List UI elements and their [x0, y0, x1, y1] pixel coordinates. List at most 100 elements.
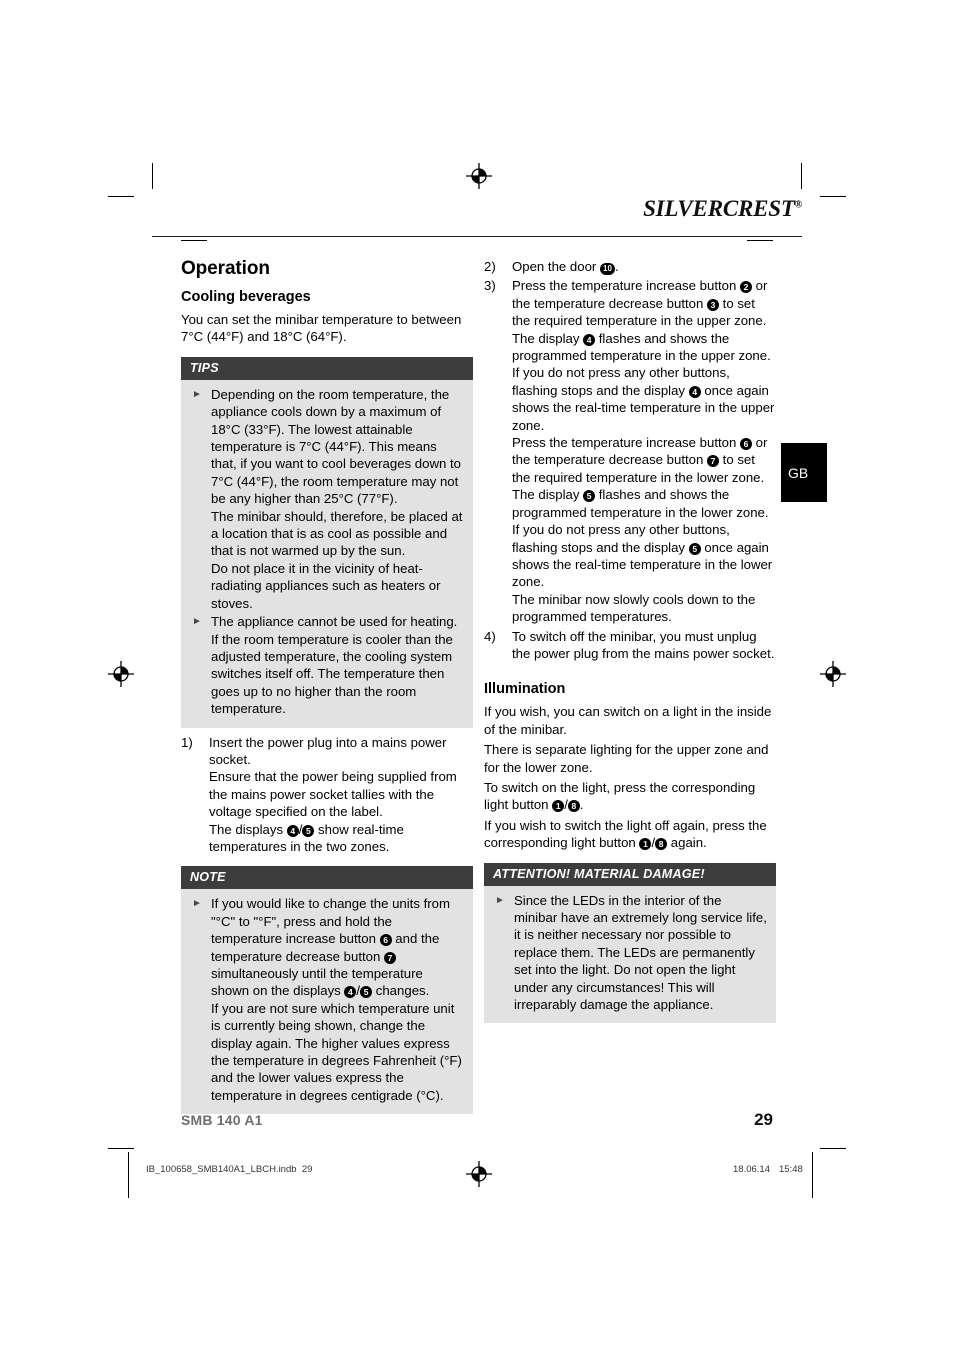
left-column: Operation Cooling beverages You can set … [181, 258, 473, 1120]
language-tab-label: GB [788, 464, 809, 481]
footer-page-number: 29 [754, 1110, 773, 1129]
list-item: ► The appliance cannot be used for heati… [190, 613, 464, 717]
crop-mark-bottom-right-horizontal [820, 1148, 846, 1149]
bullet-arrow-icon: ► [495, 894, 505, 906]
tips-callout: TIPS ► Depending on the room temperature… [181, 356, 473, 728]
print-slug-timestamp: 18.06.14 15:48 [733, 1164, 803, 1175]
callout-marker-4-icon: 4 [286, 824, 299, 837]
note-text-post: changes. If you are not sure which tempe… [211, 983, 462, 1103]
illum-p4-post: again. [667, 835, 707, 851]
step-1-text-b: Ensure that the power being supplied fro… [209, 769, 457, 820]
illumination-paragraph-3: To switch on the light, press the corres… [484, 779, 776, 814]
list-item: ► Depending on the room temperature, the… [190, 386, 464, 612]
step-2-number: 2) [484, 259, 496, 274]
tips-callout-heading: TIPS [181, 356, 473, 380]
logo-word-crest: CREST [722, 196, 795, 221]
subsection-title-cooling: Cooling beverages [181, 289, 311, 305]
manual-page: SILVERCREST® Operation Cooling beverages… [152, 196, 802, 1146]
step-1-text-c-pre: The displays [209, 821, 287, 837]
tips-bullet-2: The appliance cannot be used for heating… [211, 614, 458, 717]
list-item: ► Since the LEDs in the interior of the … [493, 892, 767, 1014]
footer-model-name: SMB 140 A1 [181, 1112, 263, 1128]
step-4-text: To switch off the minibar, you must unpl… [512, 628, 775, 661]
callout-marker-6-icon: 6 [379, 934, 392, 947]
step-4-number: 4) [484, 628, 496, 644]
slug-time-text: 15:48 [778, 1164, 803, 1175]
bullet-arrow-icon: ► [192, 388, 202, 400]
callout-marker-4-icon: 4 [688, 385, 701, 398]
callout-marker-5-icon: 5 [583, 490, 596, 503]
registration-target-top [466, 163, 492, 189]
illum-p3-post: . [579, 797, 584, 813]
step-3-p3-pre: Press the temperature increase button [512, 435, 740, 451]
silvercrest-logo: SILVERCREST® [643, 196, 802, 222]
attention-callout: ATTENTION! MATERIAL DAMAGE! ► Since the … [484, 862, 776, 1024]
callout-marker-7-icon: 7 [707, 455, 720, 468]
tips-callout-body: ► Depending on the room temperature, the… [181, 379, 473, 728]
slug-filename-text: IB_100658_SMB140A1_LBCH.indb [146, 1164, 297, 1175]
callout-marker-5-icon: 5 [360, 986, 373, 999]
tips-bullet-1: Depending on the room temperature, the a… [211, 386, 463, 611]
list-item: ► If you would like to change the units … [190, 895, 464, 1104]
callout-marker-1-icon: 1 [639, 838, 652, 851]
slug-date-text: 18.06.14 [733, 1164, 770, 1175]
step-2: 2) Open the door 10. [484, 258, 776, 275]
registration-target-left [108, 661, 134, 687]
cooling-intro-text: You can set the minibar temperature to b… [181, 312, 462, 345]
crop-mark-top-right-horizontal [820, 196, 846, 197]
step-3-p5: The minibar now slowly cools down to the… [512, 591, 756, 625]
step-2-text-post: . [614, 259, 619, 274]
step-3: 3) Press the temperature increase button… [484, 277, 776, 625]
step-1: 1) Insert the power plug into a mains po… [181, 734, 473, 856]
crop-mark-top-left-horizontal [108, 196, 134, 197]
registration-target-bottom [466, 1161, 492, 1187]
page-title: Operation [181, 258, 270, 279]
crop-mark-top-left-vertical [152, 163, 153, 189]
trim-line-right [812, 1152, 813, 1198]
callout-marker-2-icon: 2 [739, 281, 752, 294]
callout-marker-5-icon: 5 [302, 824, 315, 837]
note-callout: NOTE ► If you would like to change the u… [181, 866, 473, 1115]
right-column: 2) Open the door 10. 3) Press the temper… [484, 258, 776, 1029]
callout-marker-10-icon: 10 [599, 263, 615, 275]
trim-line-left [128, 1152, 129, 1198]
bullet-arrow-icon: ► [192, 898, 202, 910]
step-4: 4) To switch off the minibar, you must u… [484, 628, 776, 663]
step-3-p4-pre: The display [512, 487, 584, 503]
crop-mark-bottom-left-horizontal [108, 1148, 134, 1149]
step-1-text-a: Insert the power plug into a mains power… [209, 734, 447, 767]
callout-marker-3-icon: 3 [707, 298, 720, 311]
step-2-text-pre: Open the door [512, 259, 600, 274]
note-bullet-text: If you would like to change the units fr… [211, 895, 464, 1104]
step-3-p2-pre: The display [512, 330, 584, 346]
header-rule [152, 236, 802, 237]
attention-bullet-text: Since the LEDs in the interior of the mi… [514, 892, 767, 1013]
bullet-arrow-icon: ► [192, 616, 202, 628]
print-slug-filename: IB_100658_SMB140A1_LBCH.indb 29 [146, 1164, 312, 1175]
illumination-paragraph-2: There is separate lighting for the upper… [484, 742, 769, 775]
attention-callout-heading: ATTENTION! MATERIAL DAMAGE! [484, 862, 776, 886]
callout-marker-8-icon: 8 [567, 800, 580, 813]
subsection-title-illumination: Illumination [484, 681, 566, 698]
callout-marker-6-icon: 6 [739, 438, 752, 451]
page-footer: SMB 140 A1 29 [181, 1110, 773, 1138]
step-2-text: Open the door 10. [512, 258, 776, 275]
step-3-p1-pre: Press the temperature increase button [512, 278, 740, 294]
note-callout-heading: NOTE [181, 866, 473, 890]
registration-target-right [820, 661, 846, 687]
logo-word-silver: SILVER [643, 196, 723, 221]
attention-callout-body: ► Since the LEDs in the interior of the … [484, 885, 776, 1024]
step-1-number: 1) [181, 734, 193, 750]
brand-header: SILVERCREST® [152, 196, 802, 238]
callout-marker-7-icon: 7 [384, 951, 397, 964]
language-tab-gb: GB [781, 443, 827, 502]
callout-marker-1-icon: 1 [552, 800, 565, 813]
registered-trademark-icon: ® [794, 199, 802, 211]
callout-marker-4-icon: 4 [583, 333, 596, 346]
illum-p4-pre: If you wish to switch the light off agai… [484, 817, 767, 851]
callout-marker-8-icon: 8 [655, 838, 668, 851]
step-3-number: 3) [484, 278, 496, 294]
step-3-text: Press the temperature increase button 2 … [512, 277, 776, 625]
callout-marker-4-icon: 4 [344, 986, 357, 999]
crop-mark-top-right-vertical [801, 163, 802, 189]
